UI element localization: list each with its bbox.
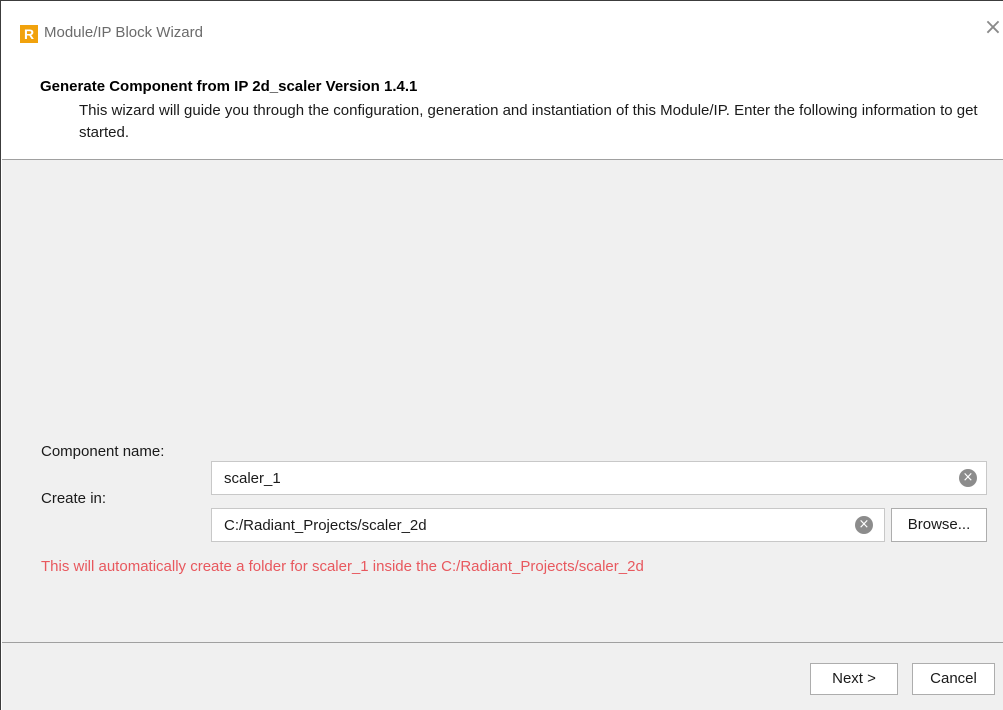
clear-icon[interactable]: ×: [855, 516, 873, 534]
window-title: Module/IP Block Wizard: [44, 24, 203, 41]
next-button[interactable]: Next >: [810, 663, 898, 695]
create-in-value: C:/Radiant_Projects/scaler_2d: [224, 517, 427, 534]
cancel-button[interactable]: Cancel: [912, 663, 995, 695]
component-name-value: scaler_1: [224, 470, 281, 487]
create-in-field[interactable]: C:/Radiant_Projects/scaler_2d ×: [211, 508, 885, 542]
clear-icon[interactable]: ×: [959, 469, 977, 487]
component-name-label: Component name:: [41, 443, 165, 460]
wizard-footer: Next > Cancel: [2, 643, 1003, 710]
header-title: Generate Component from IP 2d_scaler Ver…: [40, 78, 418, 95]
close-icon[interactable]: ×: [983, 16, 1003, 40]
radiant-app-icon: R: [20, 25, 38, 43]
browse-button[interactable]: Browse...: [891, 508, 987, 542]
folder-info-message: This will automatically create a folder …: [41, 558, 644, 575]
header-description: This wizard will guide you through the c…: [79, 102, 978, 141]
component-name-field[interactable]: scaler_1 ×: [211, 461, 987, 495]
wizard-body: Component name: scaler_1 × Create in: C:…: [2, 160, 1003, 642]
wizard-window: R Module/IP Block Wizard × Generate Comp…: [0, 0, 1003, 710]
wizard-header: Generate Component from IP 2d_scaler Ver…: [2, 60, 1003, 141]
title-bar: R Module/IP Block Wizard ×: [2, 2, 1003, 60]
create-in-label: Create in:: [41, 490, 107, 507]
